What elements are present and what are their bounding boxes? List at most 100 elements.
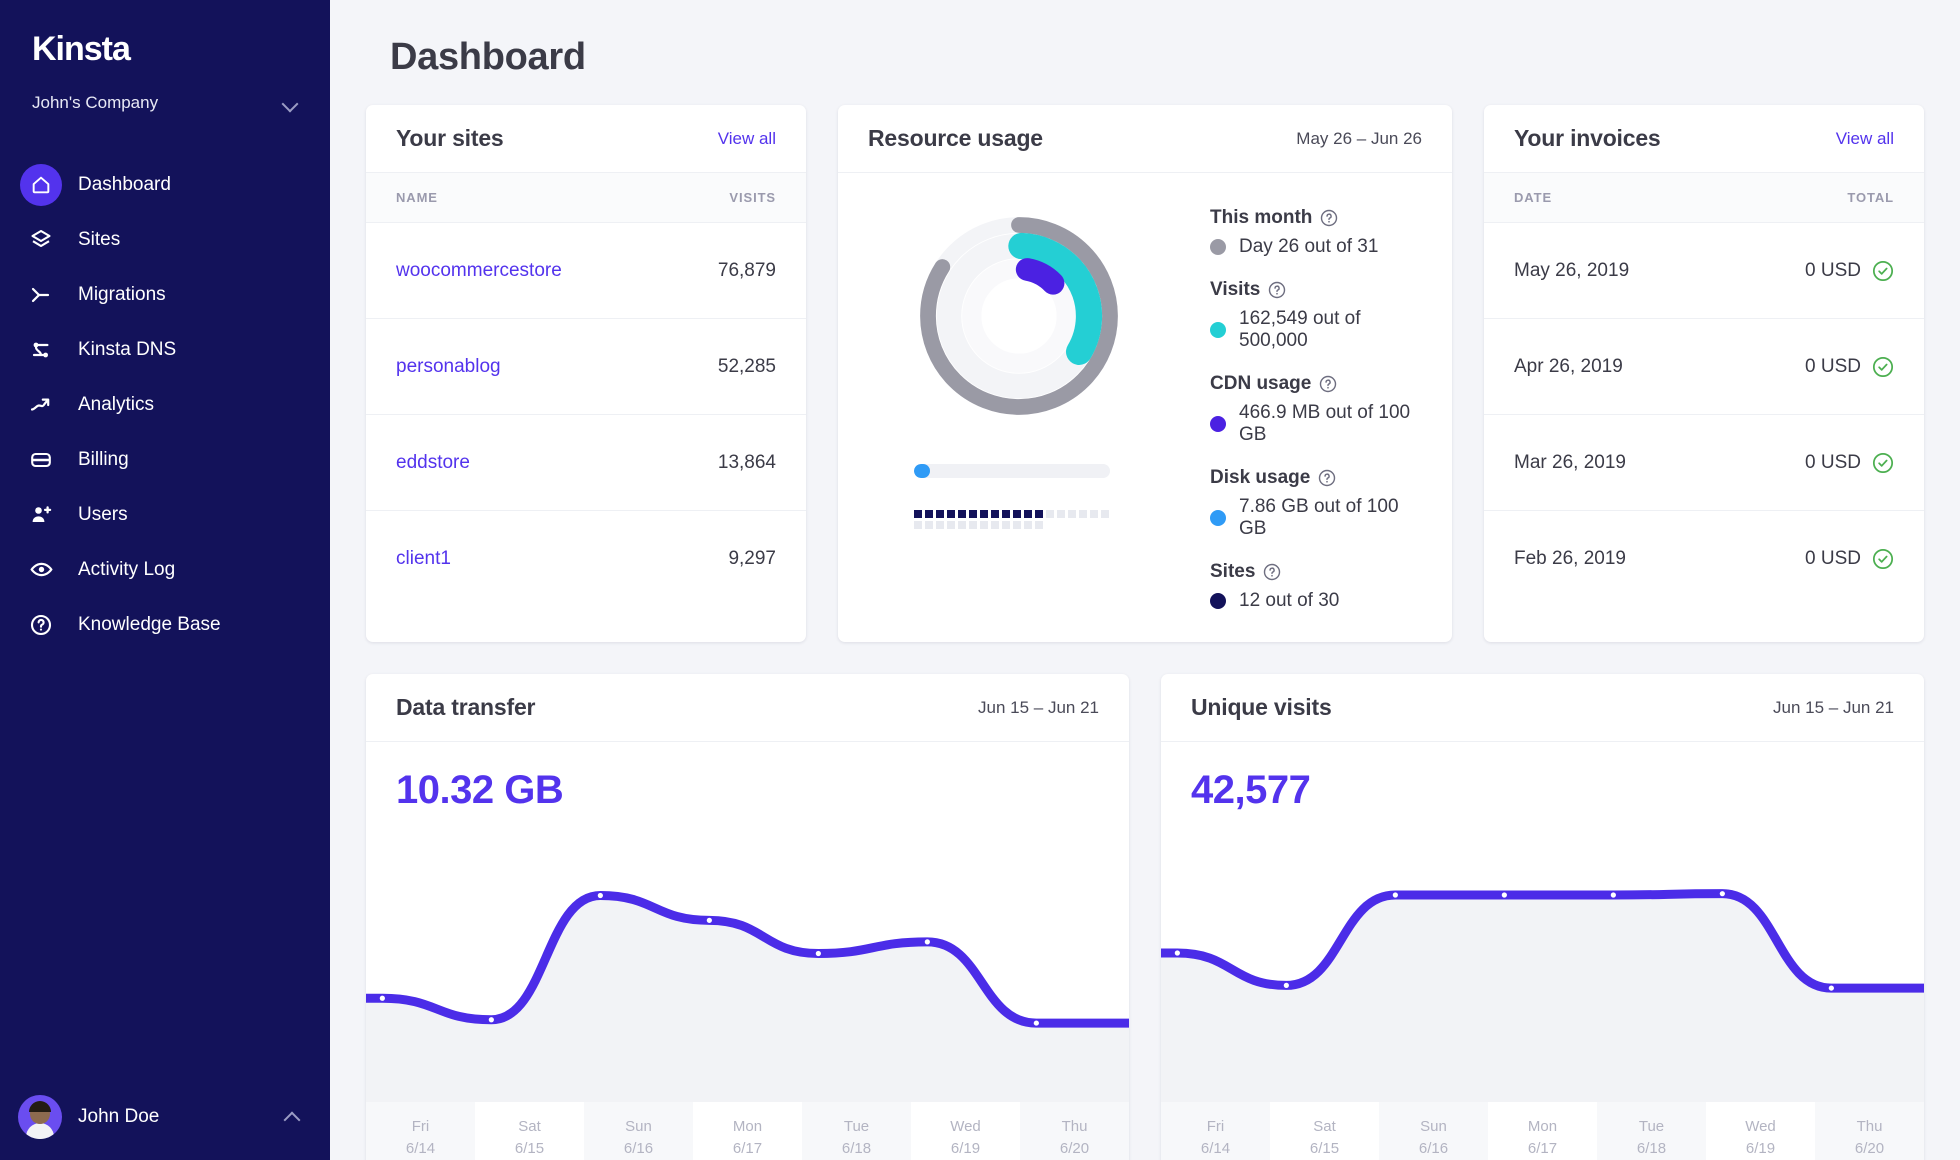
x-axis-tab[interactable]: Thu 6/20: [1020, 1102, 1129, 1160]
row-charts: Data transfer Jun 15 – Jun 21 10.32 GB F…: [366, 674, 1924, 1160]
chart-data-point[interactable]: [379, 995, 385, 1001]
sidebar-item-label: Knowledge Base: [78, 613, 221, 635]
chart-data-point[interactable]: [815, 950, 821, 957]
sidebar-item-sites[interactable]: Sites: [0, 212, 330, 267]
sidebar-item-analytics[interactable]: Analytics: [0, 377, 330, 432]
chart-data-point[interactable]: [706, 917, 712, 923]
x-axis-day: Mon: [1527, 1117, 1558, 1135]
table-row[interactable]: May 26, 2019 0 USD: [1484, 223, 1924, 319]
user-name: John Doe: [78, 1106, 160, 1127]
chart-data-point[interactable]: [1501, 892, 1507, 898]
x-axis-day: Mon: [732, 1117, 763, 1135]
site-visits: 52,285: [717, 355, 776, 377]
sidebar-item-users[interactable]: Users: [0, 487, 330, 542]
chart-data-point[interactable]: [1610, 892, 1616, 898]
chart-plot-area: [1161, 824, 1924, 1102]
sidebar-item-migrations[interactable]: Migrations: [0, 267, 330, 322]
site-dot: [958, 521, 966, 529]
table-row[interactable]: Mar 26, 2019 0 USD: [1484, 415, 1924, 511]
x-axis-date: 6/16: [623, 1140, 654, 1157]
chart-data-point[interactable]: [924, 939, 930, 945]
x-axis-tab[interactable]: Fri 6/14: [366, 1102, 475, 1160]
site-dot: [1035, 510, 1043, 518]
kinsta-logo: Kinsta: [32, 30, 131, 68]
x-axis-tab[interactable]: Sun 6/16: [584, 1102, 693, 1160]
x-axis-tab[interactable]: Wed 6/19: [1706, 1102, 1815, 1160]
x-axis-tab[interactable]: Sun 6/16: [1379, 1102, 1488, 1160]
disk-usage-progress-fill: [914, 464, 930, 478]
x-axis-date: 6/15: [514, 1140, 545, 1157]
invoice-total-cell: 0 USD: [1805, 548, 1894, 570]
table-row[interactable]: Feb 26, 2019 0 USD: [1484, 511, 1924, 607]
metric-value: 162,549 out of 500,000: [1239, 308, 1361, 351]
x-axis-tab[interactable]: Sat 6/15: [475, 1102, 584, 1160]
x-axis-tab[interactable]: Wed 6/19: [911, 1102, 1020, 1160]
company-switcher[interactable]: John's Company: [32, 93, 298, 113]
chevron-up-icon: [284, 1109, 300, 1125]
avatar: [18, 1095, 62, 1139]
sidebar-item-dashboard[interactable]: Dashboard: [0, 157, 330, 212]
site-link[interactable]: eddstore: [396, 452, 470, 474]
table-row[interactable]: woocommercestore 76,879: [366, 223, 806, 319]
help-circle-icon[interactable]: [1318, 469, 1336, 487]
x-axis-tab[interactable]: Mon 6/17: [693, 1102, 802, 1160]
x-axis-date: 6/20: [1854, 1140, 1885, 1157]
x-axis-tab[interactable]: Tue 6/18: [802, 1102, 911, 1160]
help-circle-icon[interactable]: [1263, 563, 1281, 581]
help-circle-icon[interactable]: [1320, 209, 1338, 227]
column-header-date: DATE: [1514, 190, 1553, 205]
invoice-total-cell: 0 USD: [1805, 260, 1894, 282]
x-axis-tab[interactable]: Fri 6/14: [1161, 1102, 1270, 1160]
sidebar-item-billing[interactable]: Billing: [0, 432, 330, 487]
x-axis-day: Fri: [1206, 1117, 1225, 1135]
x-axis-tab[interactable]: Sat 6/15: [1270, 1102, 1379, 1160]
card-title: Unique visits: [1191, 694, 1332, 720]
chart-data-point[interactable]: [1392, 892, 1398, 898]
data-transfer-chart-card: Data transfer Jun 15 – Jun 21 10.32 GB F…: [366, 674, 1129, 1160]
site-dot: [947, 510, 955, 518]
column-header-visits: VISITS: [729, 190, 776, 205]
x-axis-tab[interactable]: Thu 6/20: [1815, 1102, 1924, 1160]
site-dot: [969, 510, 977, 518]
x-axis-tab[interactable]: Mon 6/17: [1488, 1102, 1597, 1160]
chart-x-axis: Fri 6/14 Sat 6/15 Sun 6/16 Mon 6/17 Tue 6/18 Wed 6/…: [1161, 1102, 1924, 1160]
table-row[interactable]: personablog 52,285: [366, 319, 806, 415]
help-circle-icon[interactable]: [1319, 375, 1337, 393]
sidebar-item-activity-log[interactable]: Activity Log: [0, 542, 330, 597]
chart-data-point[interactable]: [1719, 891, 1725, 897]
site-visits: 76,879: [717, 259, 776, 281]
site-link[interactable]: client1: [396, 548, 451, 570]
user-profile-menu[interactable]: John Doe: [0, 1074, 330, 1160]
chart-data-point[interactable]: [1283, 982, 1289, 988]
help-circle-icon[interactable]: [1268, 281, 1286, 299]
x-axis-date: 6/17: [732, 1140, 763, 1157]
table-row[interactable]: Apr 26, 2019 0 USD: [1484, 319, 1924, 415]
card-title: Your invoices: [1514, 125, 1661, 151]
table-row[interactable]: client1 9,297: [366, 511, 806, 607]
x-axis-day: Sun: [625, 1117, 652, 1135]
x-axis-date: 6/20: [1059, 1140, 1090, 1157]
area-chart-svg: [1161, 824, 1924, 1102]
x-axis-tab[interactable]: Tue 6/18: [1597, 1102, 1706, 1160]
card-header: Your sites View all: [366, 105, 806, 173]
site-dot: [925, 510, 933, 518]
site-link[interactable]: woocommercestore: [396, 260, 562, 282]
sidebar-item-kinsta-dns[interactable]: Kinsta DNS: [0, 322, 330, 377]
metric-title: CDN usage: [1210, 373, 1422, 395]
chart-data-point[interactable]: [597, 892, 603, 899]
home-icon: [20, 163, 62, 206]
sidebar-item-knowledge-base[interactable]: Knowledge Base: [0, 597, 330, 652]
table-row[interactable]: eddstore 13,864: [366, 415, 806, 511]
invoices-view-all-link[interactable]: View all: [1836, 129, 1894, 149]
site-link[interactable]: personablog: [396, 356, 501, 378]
row-top: Your sites View all NAME VISITS woocomme…: [366, 105, 1924, 642]
chart-data-point[interactable]: [1174, 950, 1180, 956]
chart-data-point[interactable]: [488, 1017, 494, 1023]
metric-label: This month: [1210, 207, 1313, 228]
sites-view-all-link[interactable]: View all: [718, 129, 776, 149]
chart-area-fill: [1161, 893, 1924, 1102]
chart-data-point[interactable]: [1828, 985, 1834, 991]
x-axis-date: 6/17: [1527, 1140, 1558, 1157]
data-transfer-total: 10.32 GB: [396, 768, 564, 812]
chart-data-point[interactable]: [1033, 1020, 1039, 1026]
